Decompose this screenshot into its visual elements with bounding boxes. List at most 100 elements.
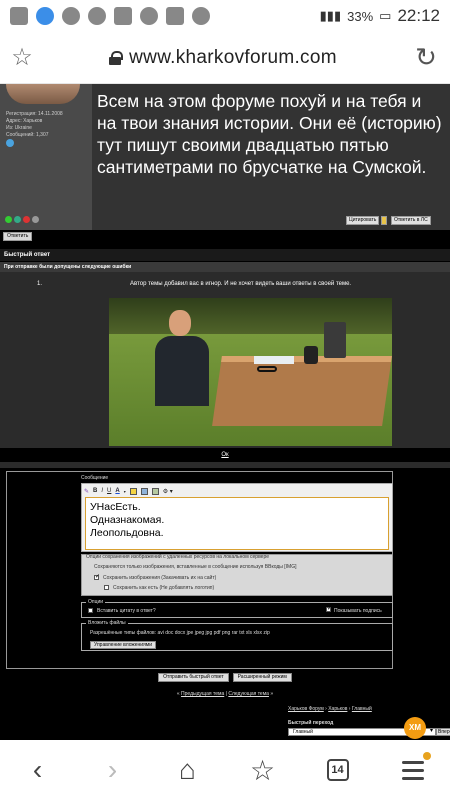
url-field[interactable]: www.kharkovforum.com (44, 47, 402, 69)
message-textarea[interactable]: УНасЕсть. Одназнакомая. Леопольдовна. (85, 497, 389, 550)
breadcrumb: Харьков Форум › Харьков › Главный (288, 706, 372, 712)
signal-icon: ▮▮▮ (319, 8, 342, 23)
breadcrumb-separator: › (325, 706, 327, 712)
error-message: Автор темы добавил вас в игнор. И не хоч… (130, 281, 352, 287)
editor-toolbar: ✎ B I U A ▾ ⚙ ▾ (84, 486, 173, 496)
alarm-icon (192, 7, 210, 25)
signature-label: Показывать подпись (334, 608, 382, 614)
breadcrumb-link[interactable]: Главный (352, 706, 372, 712)
url-text: www.kharkovforum.com (129, 46, 337, 68)
reply-button[interactable]: Ответить (3, 232, 33, 241)
underline-icon[interactable]: U (107, 488, 111, 494)
profile-info: Регистрация: 14.11.2008 Адрес: Харьков И… (6, 111, 90, 139)
back-icon[interactable]: ‹ (18, 750, 58, 790)
user-profile-panel: Регистрация: 14.11.2008 Адрес: Харьков И… (0, 84, 92, 230)
post-text: Всем на этом форуме похуй и на тебя и на… (97, 91, 442, 177)
cite-button[interactable]: Цитировать (346, 216, 380, 225)
online-status-icon[interactable] (5, 216, 12, 223)
tabs-button[interactable]: 14 (318, 750, 358, 790)
multiquote-icon[interactable] (381, 216, 387, 225)
prev-thread-link[interactable]: Предыдущая тема (181, 691, 224, 697)
go-button[interactable]: Вперёд (436, 728, 450, 736)
thread-navigation: « Предыдущая тема | Следующая тема » (0, 691, 450, 697)
clock: 22:12 (397, 6, 440, 25)
breadcrumb-link[interactable]: Харьков Форум (288, 706, 324, 712)
viber-icon (88, 7, 106, 25)
editor-switch-icon[interactable]: ✎ (84, 488, 89, 495)
bookmarks-star-icon[interactable]: ☆ (243, 750, 283, 790)
reply-pm-button[interactable]: Ответить в ЛС (391, 216, 431, 225)
menu-notification-badge (422, 752, 431, 760)
message-line: УНасЕсть. (90, 501, 141, 513)
forum-post: Регистрация: 14.11.2008 Адрес: Харьков И… (0, 84, 450, 230)
nav-suffix: » (270, 691, 274, 697)
menu-icon[interactable] (393, 750, 433, 790)
save-as-is-label: Сохранить как есть (Не добавлять логотип… (113, 585, 215, 591)
options-legend: Опции (86, 599, 106, 605)
breadcrumb-separator: › (348, 706, 351, 712)
more-icon[interactable]: ⚙ ▾ (163, 488, 173, 495)
bold-icon[interactable]: B (93, 488, 97, 494)
font-color-icon[interactable]: A (115, 488, 119, 494)
attachments-legend: Вложить файлы (86, 620, 128, 626)
nav-separator: | (225, 691, 227, 697)
profile-line: Регистрация: 14.11.2008 (6, 111, 63, 117)
status-bar: ▮▮▮ 33% ▭ 22:12 (0, 0, 450, 32)
profile-line: Сообщений: 1,307 (6, 132, 49, 138)
next-thread-link[interactable]: Следующая тема (228, 691, 269, 697)
reload-icon[interactable]: ↻ (402, 42, 450, 73)
save-images-checkbox[interactable] (94, 573, 100, 580)
report-icon[interactable] (23, 216, 30, 223)
reputation-icon (6, 139, 14, 147)
ok-link[interactable]: Ок (0, 452, 450, 458)
quick-nav-label: Быстрый переход (288, 720, 334, 726)
forward-icon[interactable]: › (93, 750, 133, 790)
insert-image-icon[interactable] (140, 487, 148, 495)
smilies-icon[interactable] (129, 487, 137, 495)
message-editor: ✎ B I U A ▾ ⚙ ▾ УНасЕсть. Одназнакомая. … (81, 483, 393, 552)
avatar (6, 84, 80, 104)
error-image (109, 298, 392, 446)
people-icon (140, 7, 158, 25)
errors-header: При отправке были допущены следующие оши… (0, 262, 450, 272)
attachments-fieldset: Вложить файлы Разрешённые типы файлов: a… (81, 620, 393, 651)
quote-label: Вставить цитату в ответ? (97, 608, 156, 614)
message-line: Одназнакомая. (90, 514, 165, 526)
options-fieldset: Опции Вставить цитату в ответ? Показыват… (81, 599, 393, 618)
advanced-mode-button[interactable]: Расширенный режим (232, 673, 292, 682)
quick-reply-header: Быстрый ответ (0, 249, 450, 261)
submit-quick-reply-button[interactable]: Отправить быстрый ответ (158, 673, 229, 682)
save-as-is-checkbox[interactable] (104, 585, 109, 590)
chat-icon (10, 7, 28, 25)
allowed-file-types: Разрешённые типы файлов: avi doc docx jp… (90, 630, 270, 636)
youtube-icon (166, 7, 184, 25)
nav-prefix: « (176, 691, 180, 697)
image-options-legend: Опции сохранения изображений с удаленных… (86, 554, 270, 560)
floating-badge[interactable]: XM (404, 717, 426, 739)
manage-attachments-button[interactable]: Управление вложениями (90, 641, 157, 649)
ip-icon[interactable] (32, 216, 39, 223)
image-options-note: Сохраняются только изображения, вставлен… (94, 564, 297, 570)
signature-checkbox[interactable] (326, 605, 332, 612)
home-icon[interactable]: ⌂ (168, 750, 208, 790)
mail-icon (114, 7, 132, 25)
insert-link-icon[interactable] (151, 487, 159, 495)
address-bar: ☆ www.kharkovforum.com ↻ (0, 32, 450, 84)
save-images-label: Сохранить изображения (Закачивать их на … (103, 575, 217, 581)
image-options-box: Опции сохранения изображений с удаленных… (81, 554, 393, 596)
breadcrumb-link[interactable]: Харьков (328, 706, 347, 712)
pinterest-icon (62, 7, 80, 25)
italic-icon[interactable]: I (101, 488, 103, 494)
quote-checkbox[interactable] (88, 608, 93, 613)
message-line: Леопольдовна. (90, 527, 164, 539)
profile-icon[interactable] (14, 216, 21, 223)
lock-icon (109, 50, 124, 65)
quick-reply-form: Сообщение ✎ B I U A ▾ ⚙ ▾ УНасЕсть. Одна… (6, 471, 393, 669)
profile-line: Из: Ukraine (6, 125, 32, 131)
post-action-icons (5, 216, 39, 223)
forum-page: Регистрация: 14.11.2008 Адрес: Харьков И… (0, 84, 450, 740)
bookmark-star-icon[interactable]: ☆ (0, 43, 44, 72)
chevron-down-icon[interactable]: ▾ (124, 489, 126, 494)
tabs-count: 14 (326, 759, 349, 781)
divider (0, 462, 450, 468)
